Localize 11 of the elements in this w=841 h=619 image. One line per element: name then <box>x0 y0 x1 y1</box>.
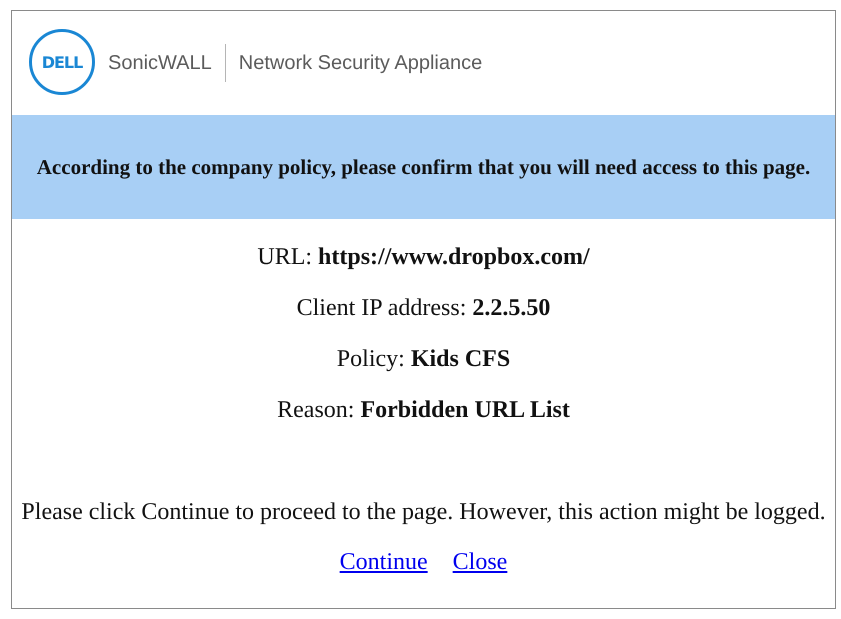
action-link[interactable]: Continue <box>340 549 428 576</box>
brand-logo: DELL <box>29 29 95 95</box>
product-subtitle: Network Security Appliance <box>238 52 482 74</box>
notice-text: According to the company policy, please confirm that you will need access to this page. <box>36 154 810 180</box>
detail-line: Reason: Forbidden URL List <box>277 397 570 424</box>
product-name: SonicWALL <box>108 52 212 74</box>
action-link[interactable]: Close <box>452 549 508 576</box>
prompt-text: Please click Continue to proceed to the page. However, this action might be logged. <box>21 499 826 526</box>
detail-line: Client IP address: 2.2.5.50 <box>296 295 550 322</box>
detail-line: URL: https://www.dropbox.com/ <box>257 244 590 271</box>
detail-line: Policy: Kids CFS <box>336 346 510 373</box>
